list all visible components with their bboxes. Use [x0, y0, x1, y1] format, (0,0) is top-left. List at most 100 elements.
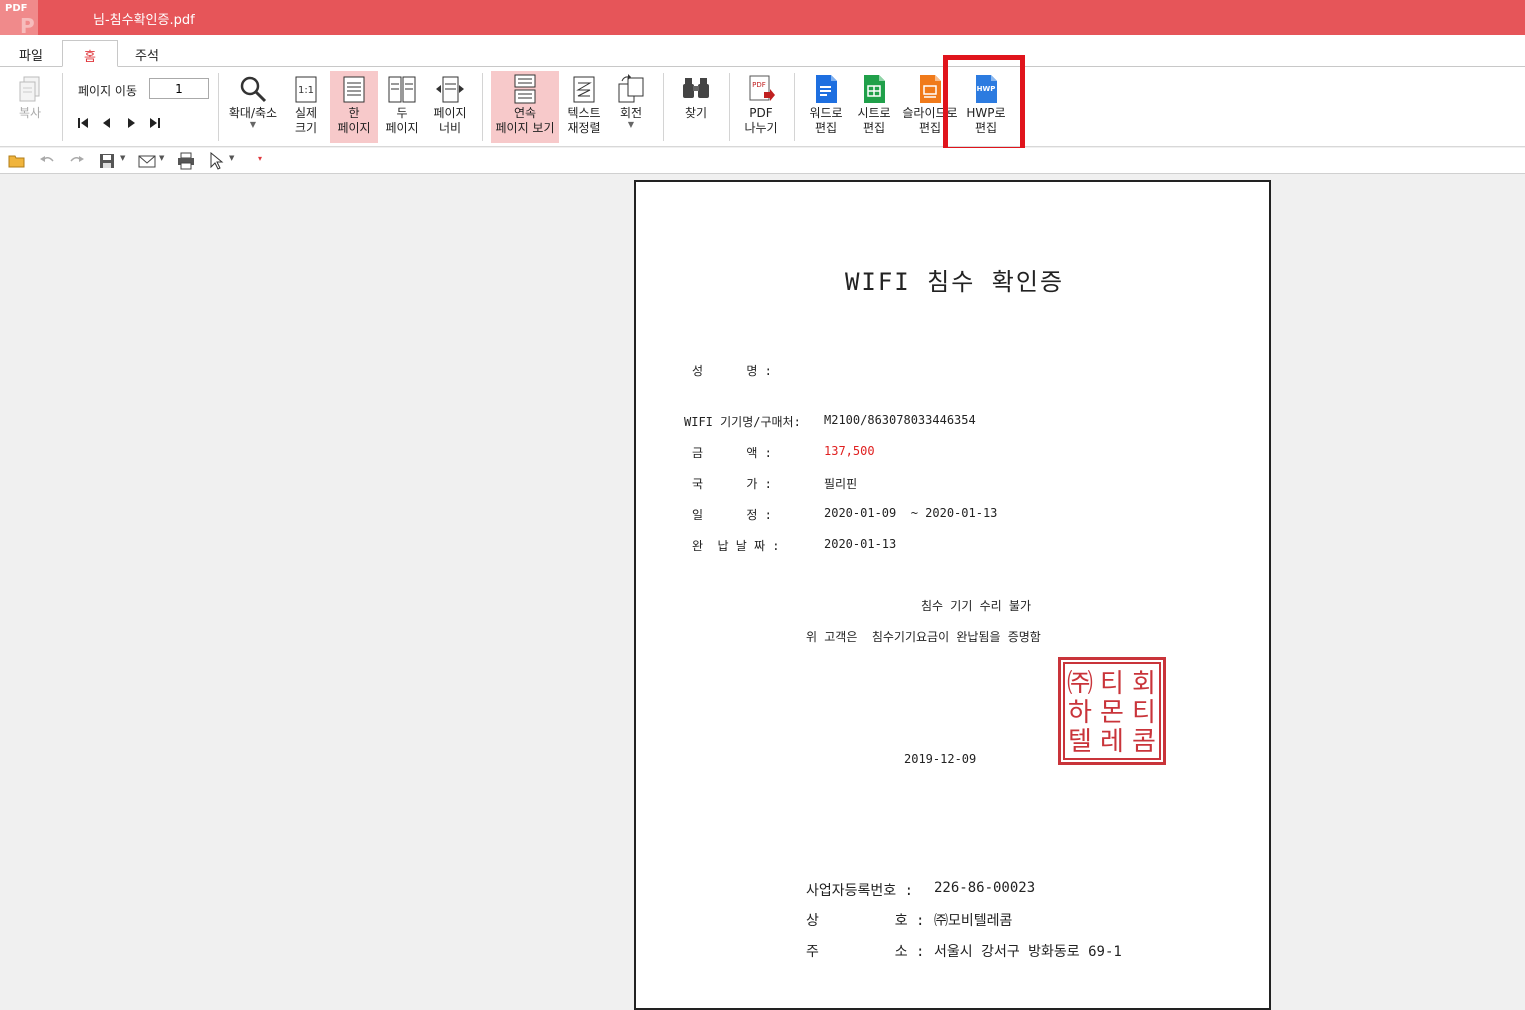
word-label-1: 워드로: [809, 106, 843, 120]
seal-char: 몬: [1100, 698, 1124, 728]
last-page-icon[interactable]: [147, 115, 163, 131]
quick-access-toolbar: ▼ ▼ ▼ ▾: [0, 148, 1525, 174]
sheet-label-2: 편집: [862, 121, 886, 135]
window-title: 님-침수확인증.pdf: [93, 13, 195, 28]
name-label: 성 명 :: [692, 364, 772, 378]
chevron-down-icon[interactable]: ▼: [159, 154, 164, 162]
company-name-value: ㈜모비텔레콤: [934, 913, 1013, 929]
find-button[interactable]: 찾기: [673, 71, 719, 143]
document-title: WIFI 침수 확인증: [844, 268, 1065, 296]
pdf-page: WIFI 침수 확인증 성 명 : WIFI 기기명/구매처: M2100/86…: [634, 180, 1271, 1010]
reflow-label-1: 텍스트: [567, 106, 601, 120]
ribbon-home: 복사 페이지 이동 확대/축소 ▼ 1:1 실제 크기 한 페이지 두 페이지 …: [0, 67, 1525, 147]
tab-annotate-label: 주석: [135, 49, 159, 64]
tab-file-label: 파일: [19, 49, 43, 64]
save-icon[interactable]: [98, 152, 116, 170]
print-icon[interactable]: [177, 152, 195, 170]
seal-graphic: ㈜ 티 회 하 몬 티 텔 레 콤: [1063, 662, 1161, 760]
text-reflow-button[interactable]: 텍스트 재정렬: [561, 71, 607, 143]
separator: [482, 73, 483, 141]
actual-size-label-1: 실제: [294, 106, 318, 120]
first-page-icon[interactable]: [75, 115, 91, 131]
rotate-label: 회전: [619, 106, 643, 120]
note-certify: 위 고객은 침수기기요금이 완납됨을 증명함: [806, 630, 1041, 644]
device-value: M2100/863078033446354: [824, 413, 976, 427]
next-page-icon[interactable]: [123, 115, 139, 131]
undo-icon[interactable]: [38, 152, 56, 170]
one-page-label-1: 한: [348, 106, 360, 120]
find-label: 찾기: [684, 106, 708, 120]
two-page-label-1: 두: [396, 106, 408, 120]
country-label: 국 가 :: [692, 477, 772, 491]
schedule-label: 일 정 :: [692, 508, 772, 522]
sheet-doc-icon: [864, 75, 885, 103]
chevron-down-icon[interactable]: ▼: [120, 154, 125, 162]
seal-char: 티: [1132, 698, 1156, 728]
seal-char: 레: [1100, 727, 1124, 757]
document-viewer[interactable]: WIFI 침수 확인증 성 명 : WIFI 기기명/구매처: M2100/86…: [0, 175, 1525, 1010]
continuous-label-1: 연속: [513, 106, 537, 120]
copy-button[interactable]: 복사: [8, 71, 52, 143]
reflow-label-2: 재정렬: [567, 121, 601, 135]
split-pdf-label-2: 나누기: [744, 121, 778, 135]
page-move-label: 페이지 이동: [78, 84, 138, 98]
highlight-box: [943, 55, 1025, 152]
redo-icon[interactable]: [68, 152, 86, 170]
chevron-down-icon: ▼: [627, 120, 635, 129]
open-folder-icon[interactable]: [8, 152, 26, 170]
text-reflow-icon: [573, 76, 595, 103]
app-logo[interactable]: PDF P: [0, 0, 38, 38]
seal-char: 텔: [1068, 727, 1092, 757]
tab-annotate[interactable]: 주석: [124, 40, 170, 67]
edit-as-sheet-button[interactable]: 시트로 편집: [851, 71, 897, 143]
actual-size-button[interactable]: 1:1 실제 크기: [284, 71, 328, 143]
rotate-button[interactable]: 회전 ▼: [609, 71, 653, 143]
tab-home-label: 홈: [84, 50, 96, 65]
mail-icon[interactable]: [138, 152, 156, 170]
separator: [218, 73, 219, 141]
split-pdf-icon: PDF: [749, 75, 775, 101]
page-width-button[interactable]: 페이지 너비: [426, 71, 474, 143]
split-pdf-button[interactable]: PDF PDF 나누기: [738, 71, 784, 143]
slide-doc-icon: [920, 75, 941, 103]
business-number-label: 사업자등록번호 :: [806, 883, 914, 899]
page-width-label-2: 너비: [438, 121, 462, 135]
separator: [729, 73, 730, 141]
app-logo-text: PDF: [5, 3, 28, 14]
svg-text:1:1: 1:1: [298, 85, 314, 96]
page-width-icon: [436, 76, 464, 103]
tab-file[interactable]: 파일: [10, 40, 52, 67]
copy-label: 복사: [18, 106, 42, 120]
amount-value: 137,500: [824, 444, 875, 458]
one-page-label-2: 페이지: [337, 121, 371, 135]
two-page-icon: [388, 76, 416, 103]
title-bar: PDF P 님-침수확인증.pdf: [0, 0, 1525, 38]
prev-page-icon[interactable]: [99, 115, 115, 131]
tab-home[interactable]: 홈: [62, 40, 118, 67]
one-page-button[interactable]: 한 페이지: [330, 71, 378, 143]
paid-date-value: 2020-01-13: [824, 537, 897, 551]
zoom-button[interactable]: 확대/축소 ▼: [224, 71, 282, 143]
issue-date: 2019-12-09: [904, 752, 977, 766]
company-name-label: 상 호 :: [806, 913, 925, 929]
country-value: 필리핀: [824, 477, 858, 491]
copy-icon: [19, 76, 40, 102]
two-page-label-2: 페이지: [385, 121, 419, 135]
address-value: 서울시 강서구 방화동로 69-1: [934, 944, 1122, 960]
two-page-button[interactable]: 두 페이지: [380, 71, 424, 143]
schedule-value: 2020-01-09 ~ 2020-01-13: [824, 506, 998, 520]
seal-char: ㈜: [1067, 669, 1093, 699]
address-label: 주 소 :: [806, 944, 925, 960]
continuous-view-button[interactable]: 연속 페이지 보기: [491, 71, 559, 143]
actual-size-icon: 1:1: [295, 76, 317, 103]
edit-as-word-button[interactable]: 워드로 편집: [803, 71, 849, 143]
seal-char: 하: [1068, 698, 1092, 728]
cursor-icon[interactable]: [207, 152, 225, 170]
actual-size-label-2: 크기: [294, 121, 318, 135]
continuous-label-2: 페이지 보기: [495, 121, 555, 135]
sheet-label-1: 시트로: [857, 106, 891, 120]
customize-toolbar-icon[interactable]: ▾: [258, 154, 262, 163]
page-number-input[interactable]: [149, 78, 209, 99]
chevron-down-icon[interactable]: ▼: [229, 154, 234, 162]
magnifier-icon: [240, 76, 267, 103]
